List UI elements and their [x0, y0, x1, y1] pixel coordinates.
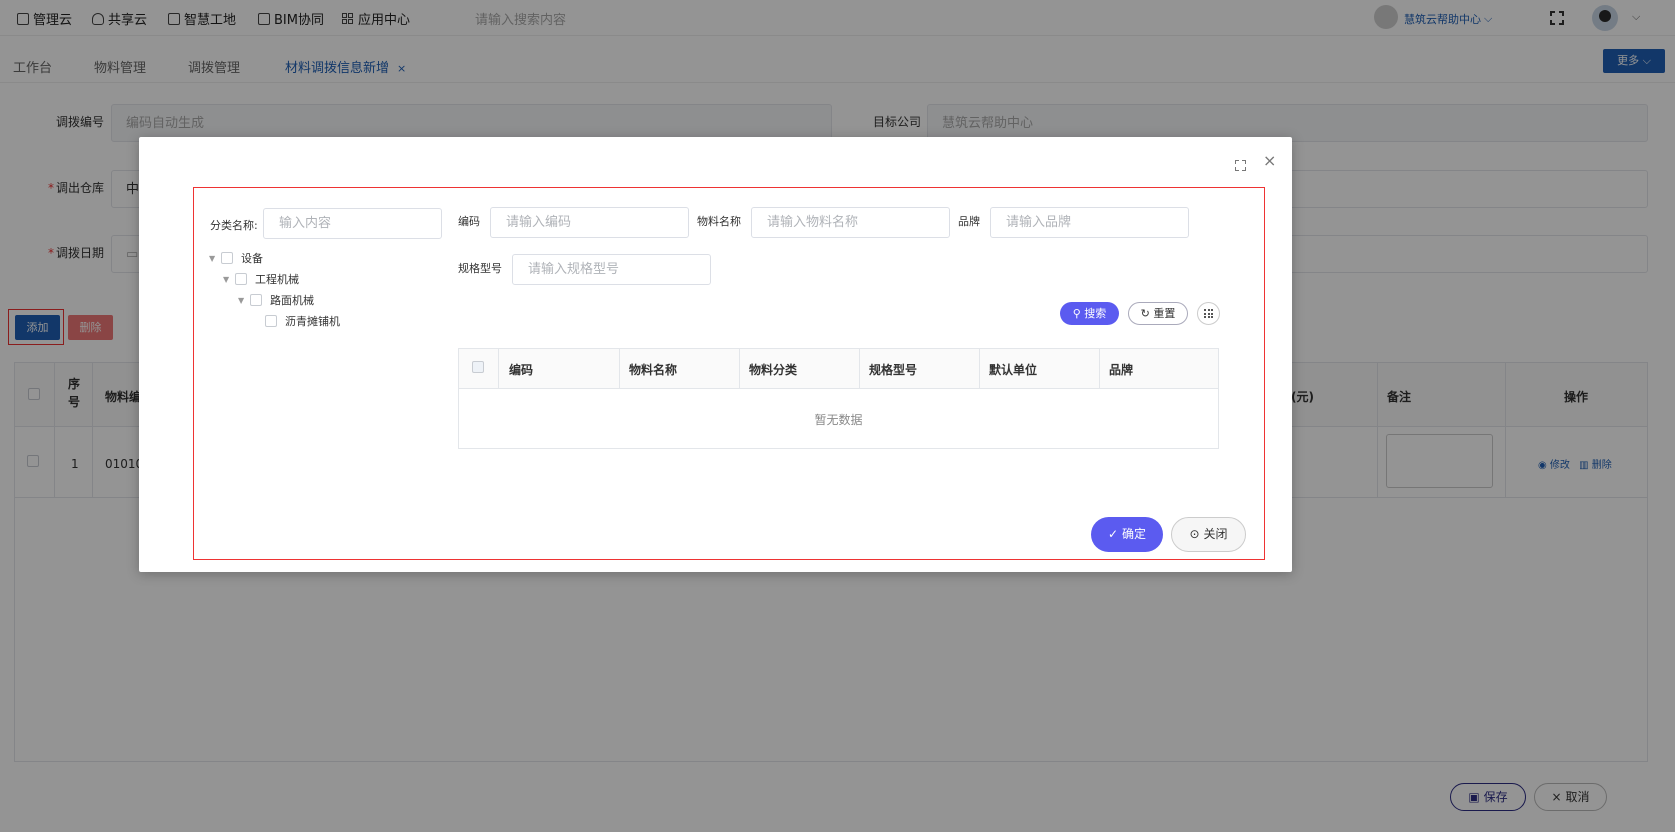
header-brand: 品牌 — [1109, 363, 1134, 377]
caret-down-icon[interactable]: ▼ — [209, 254, 221, 263]
select-all-checkbox[interactable] — [472, 361, 484, 376]
close-circle-icon: ⊙ — [1189, 527, 1200, 541]
code-label: 编码 — [458, 215, 480, 228]
header-material-category: 物料分类 — [749, 363, 798, 377]
brand-input[interactable]: 请输入品牌 — [990, 207, 1189, 238]
reset-button[interactable]: ↻ 重置 — [1128, 302, 1188, 325]
tree-node-road-machinery[interactable]: ▼ 路面机械 — [238, 292, 314, 308]
tree-node-equipment[interactable]: ▼ 设备 — [209, 250, 263, 266]
category-label: 分类名称: — [210, 219, 258, 232]
maximize-icon[interactable] — [1235, 160, 1246, 171]
code-input[interactable]: 请输入编码 — [490, 207, 689, 238]
spec-label: 规格型号 — [458, 262, 502, 275]
tree-checkbox[interactable] — [235, 273, 247, 285]
result-table-header — [459, 349, 1218, 389]
tree-node-asphalt-paver[interactable]: 沥青摊铺机 — [253, 313, 340, 329]
tree-node-engineering-machinery[interactable]: ▼ 工程机械 — [223, 271, 299, 287]
confirm-button[interactable]: ✓ 确定 — [1091, 517, 1163, 552]
header-spec: 规格型号 — [869, 363, 918, 377]
material-name-input[interactable]: 请输入物料名称 — [751, 207, 950, 238]
caret-down-icon[interactable]: ▼ — [238, 296, 250, 305]
dialog-close-icon[interactable]: × — [1263, 151, 1276, 170]
tree-checkbox[interactable] — [221, 252, 233, 264]
search-icon: ⚲ — [1072, 307, 1081, 320]
column-settings-icon[interactable] — [1197, 302, 1220, 325]
close-button[interactable]: ⊙ 关闭 — [1171, 517, 1246, 552]
spec-input[interactable]: 请输入规格型号 — [512, 254, 711, 285]
tree-checkbox[interactable] — [265, 315, 277, 327]
header-material-name: 物料名称 — [629, 363, 678, 377]
category-search-input[interactable]: 输入内容 — [263, 208, 442, 239]
check-icon: ✓ — [1108, 527, 1119, 541]
refresh-icon: ↻ — [1140, 307, 1150, 320]
header-default-unit: 默认单位 — [989, 363, 1038, 377]
material-result-table: 编码 物料名称 物料分类 规格型号 默认单位 品牌 暂无数据 — [458, 348, 1219, 449]
material-name-label: 物料名称 — [697, 215, 741, 228]
tree-checkbox[interactable] — [250, 294, 262, 306]
caret-down-icon[interactable]: ▼ — [223, 275, 235, 284]
search-button[interactable]: ⚲ 搜索 — [1060, 302, 1119, 325]
brand-label: 品牌 — [958, 215, 980, 228]
empty-state-text: 暂无数据 — [814, 413, 863, 427]
header-code: 编码 — [509, 363, 534, 377]
